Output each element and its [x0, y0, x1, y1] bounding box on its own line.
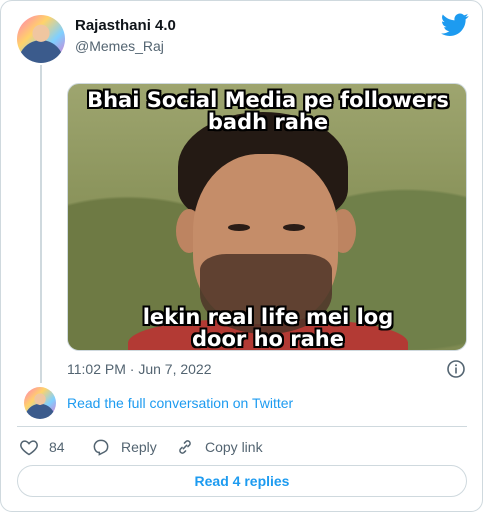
reply-bubble-icon — [93, 439, 109, 456]
heart-icon — [20, 440, 38, 456]
link-icon — [179, 440, 191, 454]
reply-button[interactable]: Reply — [91, 437, 157, 457]
thread-line — [40, 65, 42, 383]
tweet-timestamp[interactable]: 11:02 PM · Jun 7, 2022 — [67, 361, 212, 377]
photo-eye-right — [283, 224, 305, 231]
author-avatar[interactable] — [17, 15, 65, 63]
embedded-tweet-card: Rajasthani 4.0 @Memes_Raj Bhai Social Me… — [0, 0, 483, 512]
twitter-bird-icon[interactable] — [441, 13, 469, 37]
photo-eye-left — [228, 224, 250, 231]
author-handle[interactable]: @Memes_Raj — [75, 38, 164, 54]
read-conversation-link[interactable]: Read the full conversation on Twitter — [67, 395, 293, 411]
copy-link-label: Copy link — [205, 439, 263, 455]
reply-label: Reply — [121, 439, 157, 455]
read-replies-button[interactable]: Read 4 replies — [17, 465, 467, 497]
author-name[interactable]: Rajasthani 4.0 — [75, 17, 176, 34]
like-count: 84 — [49, 439, 65, 455]
meme-caption-bottom: lekin real life mei log door ho rahe — [142, 305, 394, 351]
conversation-avatar — [24, 387, 56, 419]
meme-caption-top: Bhai Social Media pe followers badh rahe — [87, 88, 449, 134]
like-button[interactable]: 84 — [19, 437, 65, 457]
divider — [17, 426, 467, 427]
info-icon[interactable] — [446, 359, 466, 379]
copy-link-button[interactable]: Copy link — [175, 437, 263, 457]
tweet-image[interactable]: Bhai Social Media pe followers badh rahe… — [67, 83, 467, 351]
